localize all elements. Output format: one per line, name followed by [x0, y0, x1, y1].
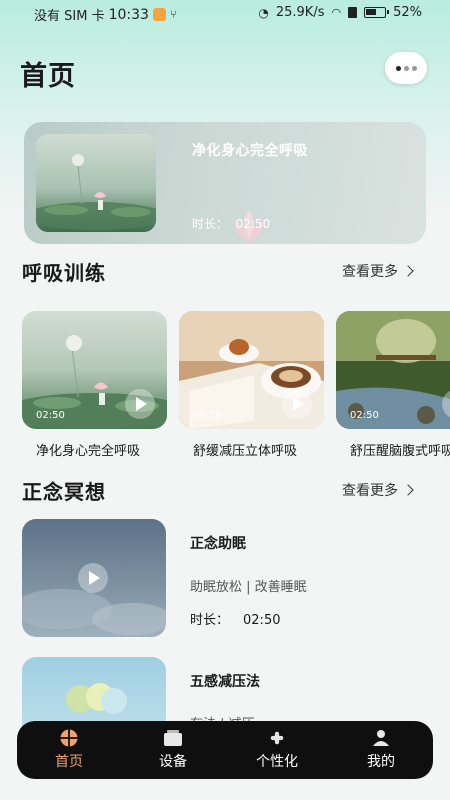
clock: 10:33 [108, 6, 149, 23]
breathing-card-1[interactable]: 02:50 [22, 311, 167, 429]
nav-profile[interactable]: 我的 [329, 721, 433, 779]
breathing-see-more-link[interactable]: 查看更多 [342, 261, 414, 281]
chevron-right-icon [402, 484, 414, 496]
bottom-navigation: 首页 设备 个性化 我的 [17, 721, 433, 779]
speed-gauge-icon: ◔ [258, 5, 269, 20]
play-icon[interactable] [78, 563, 108, 593]
breathing-card-2[interactable]: 02:50 [179, 311, 324, 429]
meditation-1-subtitle: 助眠放松 | 改善睡眠 [190, 580, 307, 595]
play-icon[interactable] [125, 389, 155, 419]
page-title: 首页 [20, 61, 76, 92]
network-speed: 25.9K/s [275, 5, 325, 20]
featured-title: 净化身心完全呼吸 [192, 143, 308, 159]
see-more-label: 查看更多 [342, 264, 398, 280]
breathing-card-1-name: 净化身心完全呼吸 [36, 444, 141, 459]
play-icon[interactable] [282, 389, 312, 419]
device-icon [164, 730, 182, 746]
meditation-1-title: 正念助眠 [190, 536, 246, 552]
nav-device-label: 设备 [159, 754, 187, 770]
chevron-right-icon [402, 265, 414, 277]
more-dot [411, 65, 417, 71]
home-icon [60, 729, 78, 747]
duration-value: 02:50 [243, 613, 281, 628]
breathing-card-3[interactable]: 02:50 [336, 311, 450, 429]
meditation-2-title: 五感减压法 [190, 674, 260, 690]
breathing-card-3-name: 舒压醒脑腹式呼吸 [350, 444, 450, 459]
personalize-icon [270, 731, 284, 745]
duration-label: 时长： [190, 613, 230, 628]
more-dots-icon [395, 65, 401, 71]
card-duration: 02:50 [350, 410, 379, 421]
nav-device[interactable]: 设备 [121, 721, 225, 779]
breathing-section-title: 呼吸训练 [22, 261, 106, 285]
nav-personalize-label: 个性化 [256, 754, 298, 770]
meditation-1-duration: 时长： 02:50 [190, 609, 280, 628]
status-bar: 没有 SIM 卡 10:33 ⑂ ◔ 25.9K/s ◠ 52% [0, 0, 450, 26]
carrier-text: 没有 SIM 卡 [34, 9, 105, 24]
featured-duration: 时长： 02:50 [192, 215, 270, 232]
battery-icon [364, 7, 390, 18]
meditation-card-1[interactable] [22, 519, 166, 637]
profile-icon [373, 730, 389, 746]
featured-thumbnail [36, 134, 156, 232]
wifi-icon: ◠ [331, 6, 342, 19]
duration-value: 02:50 [235, 217, 271, 231]
breathing-card-2-name: 舒缓减压立体呼吸 [193, 444, 298, 459]
nav-personalize[interactable]: 个性化 [225, 721, 329, 779]
card-duration: 02:50 [36, 410, 65, 421]
usb-icon: ⑂ [169, 8, 177, 21]
more-options-button[interactable] [385, 52, 427, 84]
nav-home-label: 首页 [55, 754, 83, 770]
card-duration: 02:50 [193, 410, 222, 421]
notification-icon [152, 8, 166, 21]
nav-profile-label: 我的 [367, 754, 395, 770]
meditation-see-more-link[interactable]: 查看更多 [342, 480, 414, 500]
duration-label: 时长： [192, 217, 229, 231]
battery-percent: 52% [393, 5, 422, 20]
meditation-section-title: 正念冥想 [22, 480, 106, 504]
more-dot [403, 65, 409, 71]
alert-icon [348, 7, 358, 18]
nav-home[interactable]: 首页 [17, 721, 121, 779]
featured-banner[interactable]: 净化身心完全呼吸 时长： 02:50 [24, 122, 426, 244]
see-more-label: 查看更多 [342, 483, 398, 499]
